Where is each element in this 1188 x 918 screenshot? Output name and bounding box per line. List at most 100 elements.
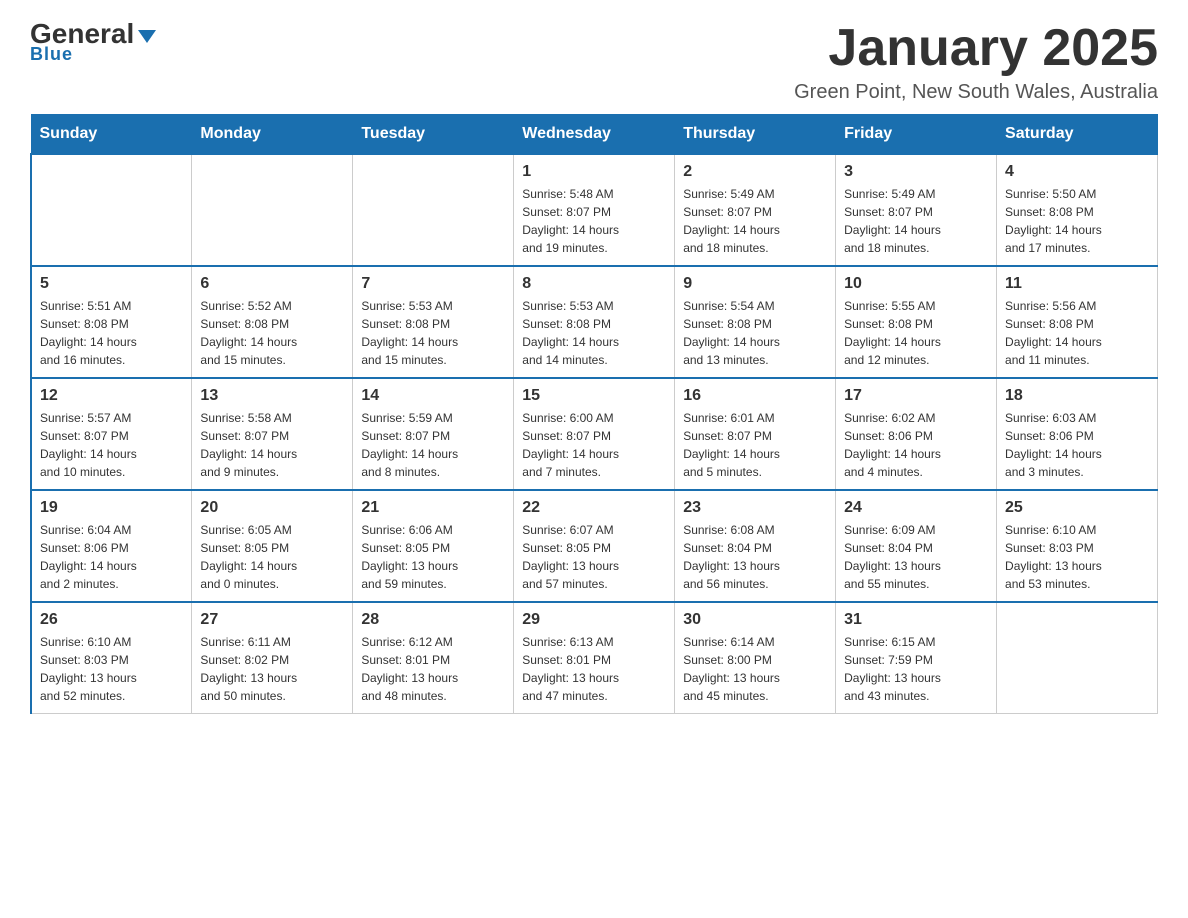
day-info: Sunrise: 6:05 AM Sunset: 8:05 PM Dayligh… [200, 521, 344, 593]
calendar-cell: 26 Sunrise: 6:10 AM Sunset: 8:03 PM Dayli… [31, 602, 192, 714]
col-header-monday: Monday [192, 115, 353, 155]
calendar-cell: 16Sunrise: 6:01 AM Sunset: 8:07 PM Dayli… [675, 378, 836, 490]
calendar-cell: 14 Sunrise: 5:59 AM Sunset: 8:07 PM Dayli… [353, 378, 514, 490]
calendar-week-row: 5Sunrise: 5:51 AM Sunset: 8:08 PM Daylig… [31, 266, 1158, 378]
day-info: Sunrise: 6:09 AM Sunset: 8:04 PM Dayligh… [844, 521, 988, 593]
calendar-cell [353, 154, 514, 266]
calendar-cell: 2 Sunrise: 5:49 AM Sunset: 8:07 PM Daylig… [675, 154, 836, 266]
calendar-cell: 24 Sunrise: 6:09 AM Sunset: 8:04 PM Dayli… [836, 490, 997, 602]
calendar-cell [31, 154, 192, 266]
calendar-cell: 15 Sunrise: 6:00 AM Sunset: 8:07 PM Dayli… [514, 378, 675, 490]
day-number: 28 [361, 611, 505, 629]
calendar-cell: 10Sunrise: 5:55 AM Sunset: 8:08 PM Dayli… [836, 266, 997, 378]
calendar-cell: 8Sunrise: 5:53 AM Sunset: 8:08 PM Daylig… [514, 266, 675, 378]
day-number: 14 [361, 387, 505, 405]
col-header-friday: Friday [836, 115, 997, 155]
day-info: Sunrise: 6:12 AM Sunset: 8:01 PM Dayligh… [361, 633, 505, 705]
logo-sub-text: Blue [30, 44, 73, 65]
day-number: 23 [683, 499, 827, 517]
calendar-cell [192, 154, 353, 266]
calendar-cell: 30 Sunrise: 6:14 AM Sunset: 8:00 PM Dayli… [675, 602, 836, 714]
day-number: 15 [522, 387, 666, 405]
col-header-saturday: Saturday [997, 115, 1158, 155]
day-info: Sunrise: 5:49 AM Sunset: 8:07 PM Dayligh… [683, 185, 827, 257]
day-info: Sunrise: 6:14 AM Sunset: 8:00 PM Dayligh… [683, 633, 827, 705]
page-header: General Blue January 2025 Green Point, N… [30, 20, 1158, 104]
day-info: Sunrise: 5:55 AM Sunset: 8:08 PM Dayligh… [844, 297, 988, 369]
calendar-cell: 4 Sunrise: 5:50 AM Sunset: 8:08 PM Daylig… [997, 154, 1158, 266]
calendar-cell: 17 Sunrise: 6:02 AM Sunset: 8:06 PM Dayli… [836, 378, 997, 490]
day-number: 17 [844, 387, 988, 405]
day-number: 6 [200, 275, 344, 293]
logo: General Blue [30, 20, 156, 65]
calendar-cell: 5Sunrise: 5:51 AM Sunset: 8:08 PM Daylig… [31, 266, 192, 378]
day-info: Sunrise: 5:53 AM Sunset: 8:08 PM Dayligh… [361, 297, 505, 369]
day-info: Sunrise: 6:03 AM Sunset: 8:06 PM Dayligh… [1005, 409, 1149, 481]
calendar-cell: 27 Sunrise: 6:11 AM Sunset: 8:02 PM Dayli… [192, 602, 353, 714]
day-info: Sunrise: 6:07 AM Sunset: 8:05 PM Dayligh… [522, 521, 666, 593]
calendar-week-row: 19Sunrise: 6:04 AM Sunset: 8:06 PM Dayli… [31, 490, 1158, 602]
day-info: Sunrise: 5:51 AM Sunset: 8:08 PM Dayligh… [40, 297, 183, 369]
day-number: 30 [683, 611, 827, 629]
day-number: 24 [844, 499, 988, 517]
col-header-tuesday: Tuesday [353, 115, 514, 155]
day-number: 2 [683, 163, 827, 181]
day-info: Sunrise: 6:08 AM Sunset: 8:04 PM Dayligh… [683, 521, 827, 593]
calendar-header-row: SundayMondayTuesdayWednesdayThursdayFrid… [31, 115, 1158, 155]
day-number: 13 [200, 387, 344, 405]
col-header-sunday: Sunday [31, 115, 192, 155]
day-number: 9 [683, 275, 827, 293]
calendar-cell [997, 602, 1158, 714]
day-info: Sunrise: 5:56 AM Sunset: 8:08 PM Dayligh… [1005, 297, 1149, 369]
calendar-cell: 13 Sunrise: 5:58 AM Sunset: 8:07 PM Dayli… [192, 378, 353, 490]
calendar-cell: 21Sunrise: 6:06 AM Sunset: 8:05 PM Dayli… [353, 490, 514, 602]
calendar-table: SundayMondayTuesdayWednesdayThursdayFrid… [30, 114, 1158, 714]
day-info: Sunrise: 5:57 AM Sunset: 8:07 PM Dayligh… [40, 409, 183, 481]
day-number: 25 [1005, 499, 1149, 517]
calendar-cell: 19Sunrise: 6:04 AM Sunset: 8:06 PM Dayli… [31, 490, 192, 602]
calendar-cell: 6 Sunrise: 5:52 AM Sunset: 8:08 PM Daylig… [192, 266, 353, 378]
calendar-cell: 25 Sunrise: 6:10 AM Sunset: 8:03 PM Dayli… [997, 490, 1158, 602]
day-info: Sunrise: 5:48 AM Sunset: 8:07 PM Dayligh… [522, 185, 666, 257]
day-number: 18 [1005, 387, 1149, 405]
calendar-week-row: 1Sunrise: 5:48 AM Sunset: 8:07 PM Daylig… [31, 154, 1158, 266]
day-number: 31 [844, 611, 988, 629]
calendar-cell: 28 Sunrise: 6:12 AM Sunset: 8:01 PM Dayli… [353, 602, 514, 714]
page-title: January 2025 [794, 20, 1158, 77]
day-number: 27 [200, 611, 344, 629]
day-info: Sunrise: 6:01 AM Sunset: 8:07 PM Dayligh… [683, 409, 827, 481]
day-info: Sunrise: 5:59 AM Sunset: 8:07 PM Dayligh… [361, 409, 505, 481]
calendar-week-row: 12Sunrise: 5:57 AM Sunset: 8:07 PM Dayli… [31, 378, 1158, 490]
day-number: 11 [1005, 275, 1149, 293]
day-number: 3 [844, 163, 988, 181]
calendar-cell: 7 Sunrise: 5:53 AM Sunset: 8:08 PM Daylig… [353, 266, 514, 378]
calendar-cell: 23 Sunrise: 6:08 AM Sunset: 8:04 PM Dayli… [675, 490, 836, 602]
day-info: Sunrise: 6:00 AM Sunset: 8:07 PM Dayligh… [522, 409, 666, 481]
day-number: 4 [1005, 163, 1149, 181]
day-number: 7 [361, 275, 505, 293]
day-info: Sunrise: 6:02 AM Sunset: 8:06 PM Dayligh… [844, 409, 988, 481]
day-info: Sunrise: 6:10 AM Sunset: 8:03 PM Dayligh… [40, 633, 183, 705]
title-block: January 2025 Green Point, New South Wale… [794, 20, 1158, 104]
day-info: Sunrise: 5:58 AM Sunset: 8:07 PM Dayligh… [200, 409, 344, 481]
col-header-wednesday: Wednesday [514, 115, 675, 155]
calendar-cell: 31 Sunrise: 6:15 AM Sunset: 7:59 PM Dayli… [836, 602, 997, 714]
col-header-thursday: Thursday [675, 115, 836, 155]
page-subtitle: Green Point, New South Wales, Australia [794, 81, 1158, 104]
day-info: Sunrise: 6:11 AM Sunset: 8:02 PM Dayligh… [200, 633, 344, 705]
calendar-cell: 12Sunrise: 5:57 AM Sunset: 8:07 PM Dayli… [31, 378, 192, 490]
day-info: Sunrise: 6:04 AM Sunset: 8:06 PM Dayligh… [40, 521, 183, 593]
day-info: Sunrise: 5:53 AM Sunset: 8:08 PM Dayligh… [522, 297, 666, 369]
day-info: Sunrise: 5:54 AM Sunset: 8:08 PM Dayligh… [683, 297, 827, 369]
calendar-cell: 18 Sunrise: 6:03 AM Sunset: 8:06 PM Dayli… [997, 378, 1158, 490]
day-number: 20 [200, 499, 344, 517]
day-info: Sunrise: 5:52 AM Sunset: 8:08 PM Dayligh… [200, 297, 344, 369]
calendar-cell: 29Sunrise: 6:13 AM Sunset: 8:01 PM Dayli… [514, 602, 675, 714]
day-info: Sunrise: 6:10 AM Sunset: 8:03 PM Dayligh… [1005, 521, 1149, 593]
day-info: Sunrise: 6:13 AM Sunset: 8:01 PM Dayligh… [522, 633, 666, 705]
day-info: Sunrise: 5:49 AM Sunset: 8:07 PM Dayligh… [844, 185, 988, 257]
day-info: Sunrise: 6:15 AM Sunset: 7:59 PM Dayligh… [844, 633, 988, 705]
day-info: Sunrise: 5:50 AM Sunset: 8:08 PM Dayligh… [1005, 185, 1149, 257]
calendar-cell: 11 Sunrise: 5:56 AM Sunset: 8:08 PM Dayli… [997, 266, 1158, 378]
day-number: 26 [40, 611, 183, 629]
